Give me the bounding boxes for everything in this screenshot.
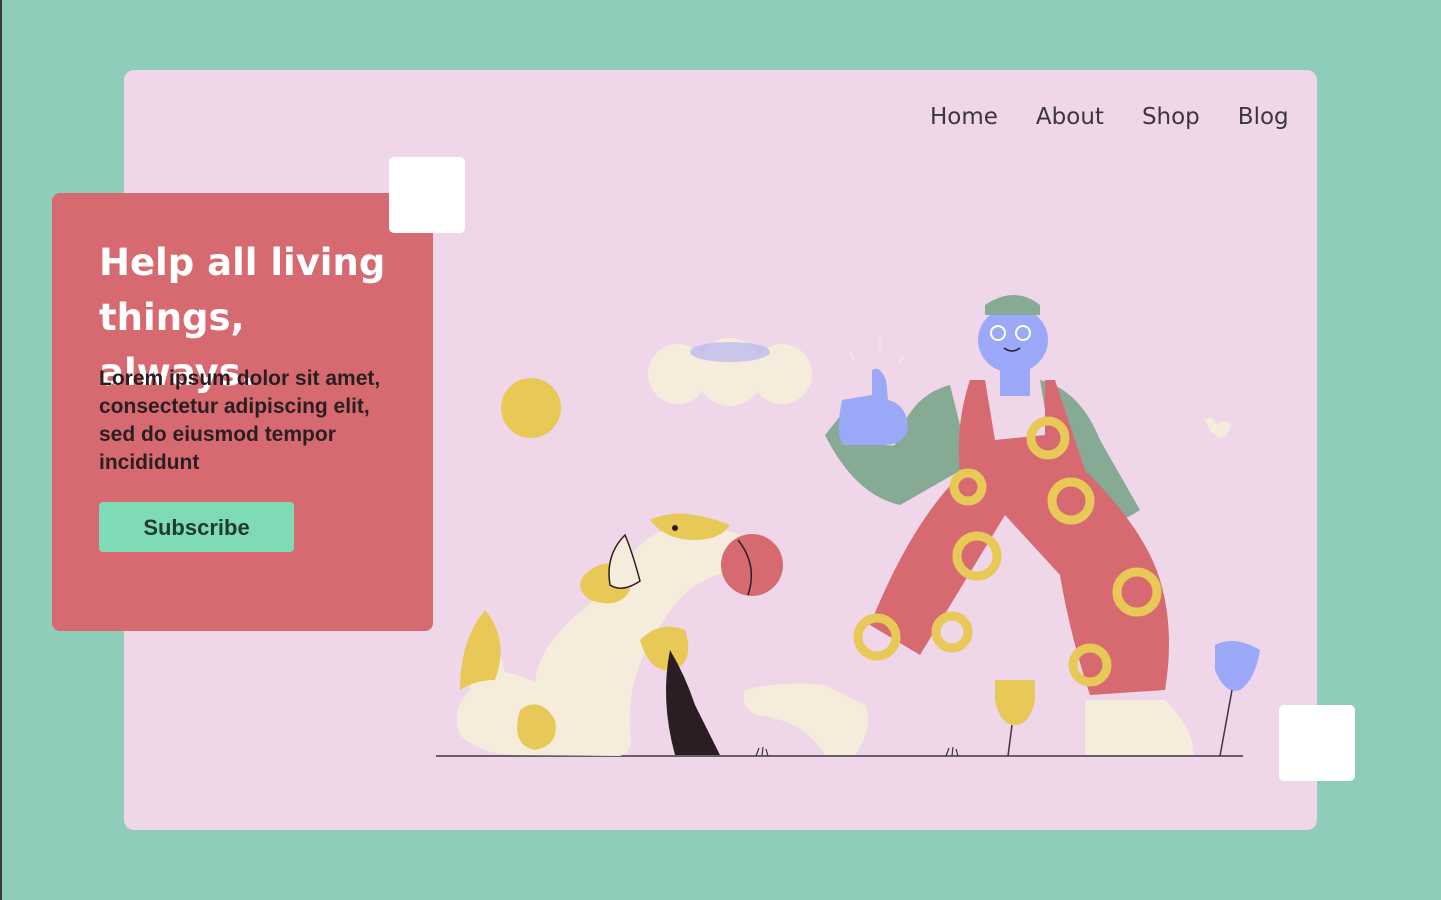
decorative-square (389, 157, 465, 233)
ball-icon (721, 534, 783, 596)
cloud-icon (648, 338, 812, 406)
decorative-square (1279, 705, 1355, 781)
dog-icon (456, 513, 751, 756)
nav-blog-link[interactable]: Blog (1238, 104, 1289, 130)
leaf-icon (1205, 418, 1231, 439)
person-icon (743, 295, 1194, 755)
subscribe-button[interactable]: Subscribe (99, 502, 294, 552)
top-nav: Home About Shop Blog (930, 104, 1289, 130)
window-edge (0, 0, 2, 900)
hero-description: Lorem ipsum dolor sit amet, consectetur … (99, 367, 381, 474)
nav-about-link[interactable]: About (1036, 104, 1104, 130)
nav-shop-link[interactable]: Shop (1142, 104, 1200, 130)
sun-icon (501, 378, 561, 438)
hero-panel: Help all living things, always. Lorem ip… (52, 193, 433, 631)
nav-home-link[interactable]: Home (930, 104, 998, 130)
hero-illustration (436, 295, 1260, 757)
